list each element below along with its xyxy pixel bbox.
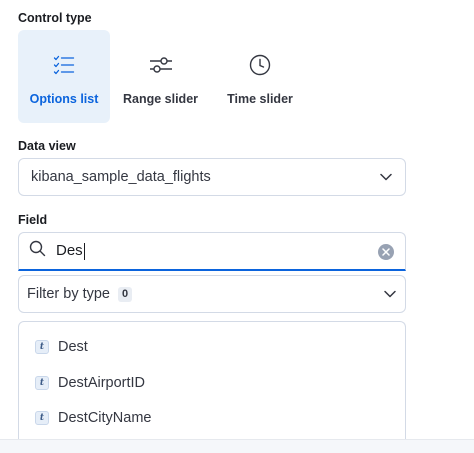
control-type-group: Options list Range slider Time slider: [18, 30, 309, 123]
field-name: DestAirportID: [58, 375, 146, 391]
filter-by-type-button[interactable]: Filter by type 0: [18, 275, 406, 313]
filter-by-type-label: Filter by type: [27, 286, 110, 302]
chevron-down-icon: [379, 170, 393, 188]
clock-icon: [249, 52, 271, 78]
field-name: Dest: [58, 339, 88, 355]
text-cursor: [83, 242, 85, 260]
list-item[interactable]: t Dest: [19, 330, 405, 364]
control-type-label: Control type: [18, 11, 92, 25]
field-search-input[interactable]: Des: [18, 232, 406, 271]
field-label: Field: [18, 213, 48, 227]
string-type-icon: t: [35, 376, 49, 390]
string-type-icon: t: [35, 340, 49, 354]
list-item[interactable]: t DestCityName: [19, 401, 405, 435]
field-list: t Dest t DestAirportID t DestCityName: [18, 321, 406, 445]
filter-count-badge: 0: [118, 286, 132, 302]
control-type-range-slider[interactable]: Range slider: [110, 30, 211, 123]
data-view-value: kibana_sample_data_flights: [31, 169, 211, 185]
control-type-options-list-label: Options list: [29, 92, 99, 106]
clear-icon[interactable]: [378, 244, 394, 260]
list-item[interactable]: t DestAirportID: [19, 366, 405, 400]
string-type-icon: t: [35, 411, 49, 425]
control-type-time-slider-label: Time slider: [227, 92, 293, 106]
control-type-options-list[interactable]: Options list: [18, 30, 110, 123]
sliders-icon: [149, 52, 173, 78]
control-type-time-slider[interactable]: Time slider: [211, 30, 309, 123]
chevron-down-icon: [383, 287, 397, 306]
field-name: DestCityName: [58, 410, 152, 426]
checklist-icon: [53, 52, 75, 78]
data-view-label: Data view: [18, 139, 76, 153]
search-icon: [29, 240, 46, 262]
footer-strip: [0, 439, 474, 453]
control-type-range-slider-label: Range slider: [122, 92, 199, 106]
data-view-select[interactable]: kibana_sample_data_flights: [18, 158, 406, 196]
field-search-value: Des: [56, 242, 83, 260]
